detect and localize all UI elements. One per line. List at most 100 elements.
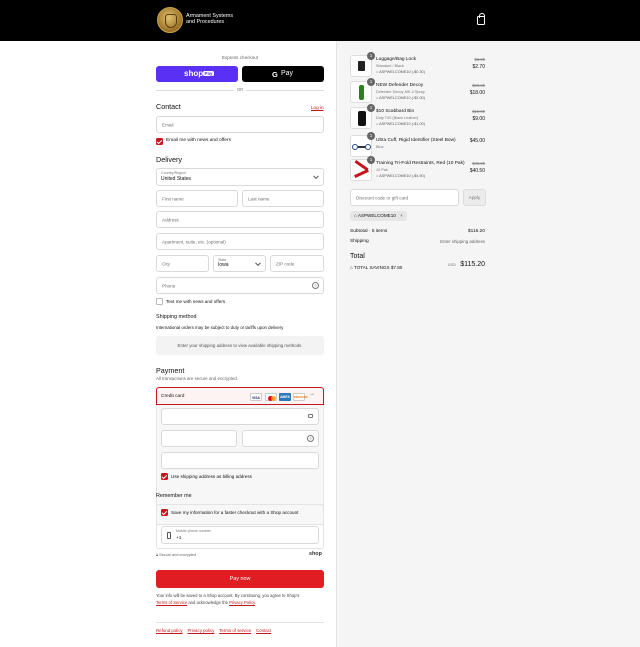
or-separator: OR (234, 87, 246, 92)
quantity-badge: 1 (367, 156, 375, 164)
credit-card-label: Credit card (161, 394, 185, 399)
apartment-field[interactable]: Apartment, suite, etc. (optional) (156, 233, 324, 250)
discount-code-field[interactable]: Discount code or gift card (350, 189, 459, 206)
currency-code: USD (447, 263, 456, 267)
email-news-label: Email me with news and offers (166, 138, 231, 143)
legal-end: . (254, 599, 257, 605)
quantity-badge: 1 (367, 78, 375, 86)
login-link[interactable]: Log in (311, 105, 324, 110)
product-variant: 10 Pak (376, 167, 388, 172)
shop-logo: shop (309, 551, 322, 557)
discover-icon: DISCOVER (293, 393, 308, 401)
state-select[interactable]: State Iowa (213, 255, 266, 272)
mobile-phone-label: Mobile phone number (176, 529, 211, 533)
expiry-field[interactable] (161, 430, 237, 447)
apply-label: Apply (468, 195, 481, 200)
country-value: United States (161, 176, 192, 182)
product-name: Luggage/Bag Lock (376, 57, 417, 62)
discount-code-placeholder: Discount code or gift card (356, 195, 409, 200)
brand-logo-icon[interactable] (157, 7, 183, 33)
remember-me-heading: Remember me (156, 493, 192, 499)
terms-of-service-link[interactable]: Terms of Service (156, 600, 187, 605)
discount-text: ASPWELCOME10 (-$1.00) (379, 121, 425, 126)
secure-encrypted-text: Secure and encrypted (159, 553, 197, 557)
city-field[interactable]: City (156, 255, 209, 272)
shop-pay-button[interactable]: shop Pay (156, 66, 238, 82)
original-price: $10.00 (472, 109, 485, 114)
terms-of-service-footer-link[interactable]: Terms of service (219, 628, 251, 633)
mobile-phone-field[interactable]: Mobile phone number +1 (161, 526, 319, 544)
original-price: $20.00 (472, 83, 485, 88)
first-name-field[interactable]: First name (156, 190, 238, 207)
zip-field[interactable]: ZIP code (270, 255, 324, 272)
country-select[interactable]: Country/Region United States (156, 168, 324, 186)
savings-label: TOTAL SAVINGS (353, 265, 390, 270)
visa-icon: VISA (250, 393, 262, 401)
product-thumbnail: 1 (350, 104, 375, 129)
restraints-strap (354, 168, 369, 179)
google-g-icon: G (272, 69, 278, 79)
contact-heading: Contact (156, 102, 181, 111)
applied-discount-tag: ⌂ ASPWELCOME10 × (350, 211, 407, 221)
zip-placeholder: ZIP code (276, 261, 295, 266)
checkout-form: Express checkout shop Pay G Pay OR Conta… (0, 41, 336, 647)
discount-text: ASPWELCOME10 (-$4.50) (379, 173, 425, 178)
delivery-heading: Delivery (156, 155, 182, 164)
privacy-policy-footer-link[interactable]: Privacy policy (188, 628, 215, 633)
product-discount: ⌂ ASPWELCOME10 (-$0.30) (376, 70, 425, 74)
divider (156, 622, 324, 623)
phone-field[interactable]: Phone ? (156, 277, 324, 294)
total-label: Total (350, 253, 365, 260)
shopping-bag-icon[interactable] (477, 13, 485, 25)
product-name: NEW Defender Decoy (376, 83, 424, 88)
help-icon[interactable]: ? (307, 435, 314, 442)
last-name-field[interactable]: Last name (242, 190, 324, 207)
brand-name[interactable]: Armament Systems and Procedures (186, 13, 233, 26)
footer-links: Refund policy Privacy policy Terms of se… (156, 628, 271, 633)
quantity-badge: 1 (367, 52, 375, 60)
apply-button[interactable]: Apply (463, 189, 486, 206)
save-info-label: Save my information for a faster checkou… (171, 510, 299, 515)
billing-same-checkbox[interactable] (161, 473, 168, 480)
spray-product-image (359, 85, 364, 100)
privacy-policy-link[interactable]: Privacy Policy (229, 600, 255, 605)
discount-text: ASPWELCOME10 (-$0.30) (379, 69, 425, 74)
pay-now-button[interactable]: Pay now (156, 570, 324, 588)
email-news-checkbox[interactable] (156, 138, 163, 145)
save-info-checkbox[interactable] (161, 509, 168, 516)
card-number-field[interactable] (161, 408, 319, 425)
email-field[interactable]: Email (156, 116, 324, 133)
quantity-badge: 1 (367, 132, 375, 140)
lock-product-image (358, 61, 365, 71)
name-on-card-field[interactable] (161, 452, 319, 469)
discount-text: ASPWELCOME10 (-$2.00) (379, 95, 425, 100)
text-news-label: Text me with news and offers (166, 299, 226, 304)
subtotal-label: Subtotal · 5 items (350, 229, 388, 234)
contact-link[interactable]: Contact (256, 628, 271, 633)
address-field[interactable]: Address (156, 211, 324, 228)
mastercard-icon (265, 393, 277, 401)
city-placeholder: City (162, 261, 170, 266)
state-value: Iowa (218, 262, 229, 268)
google-pay-label: Pay (281, 70, 294, 77)
security-code-field[interactable]: ? (242, 430, 319, 447)
country-label: Country/Region (161, 171, 186, 175)
shipping-method-heading: Shipping method (156, 314, 197, 320)
shipping-value: Enter shipping address (440, 239, 485, 244)
email-placeholder: Email (162, 122, 174, 127)
original-price: $3.00 (474, 57, 485, 62)
product-name: Training Tri-Fold Restraints, Red (10 Pa… (376, 161, 465, 166)
remove-discount-icon[interactable]: × (400, 213, 403, 218)
first-name-placeholder: First name (162, 196, 184, 201)
refund-policy-link[interactable]: Refund policy (156, 628, 183, 633)
help-icon[interactable]: ? (312, 282, 319, 289)
total-value: $115.20 (460, 261, 485, 268)
text-news-checkbox[interactable] (156, 298, 163, 305)
order-summary: 1 Luggage/Bag Lock Standard / Black ⌂ AS… (336, 41, 640, 647)
secure-encrypted-note: 🔒︎ Secure and encrypted (156, 553, 196, 557)
product-thumbnail: 1 (350, 156, 375, 181)
google-pay-button[interactable]: G Pay (242, 66, 324, 82)
amex-icon: AMEX (279, 393, 291, 401)
total-amount: USD $115.20 (448, 253, 485, 271)
credit-card-option[interactable]: Credit card VISA AMEX DISCOVER → (156, 387, 324, 405)
